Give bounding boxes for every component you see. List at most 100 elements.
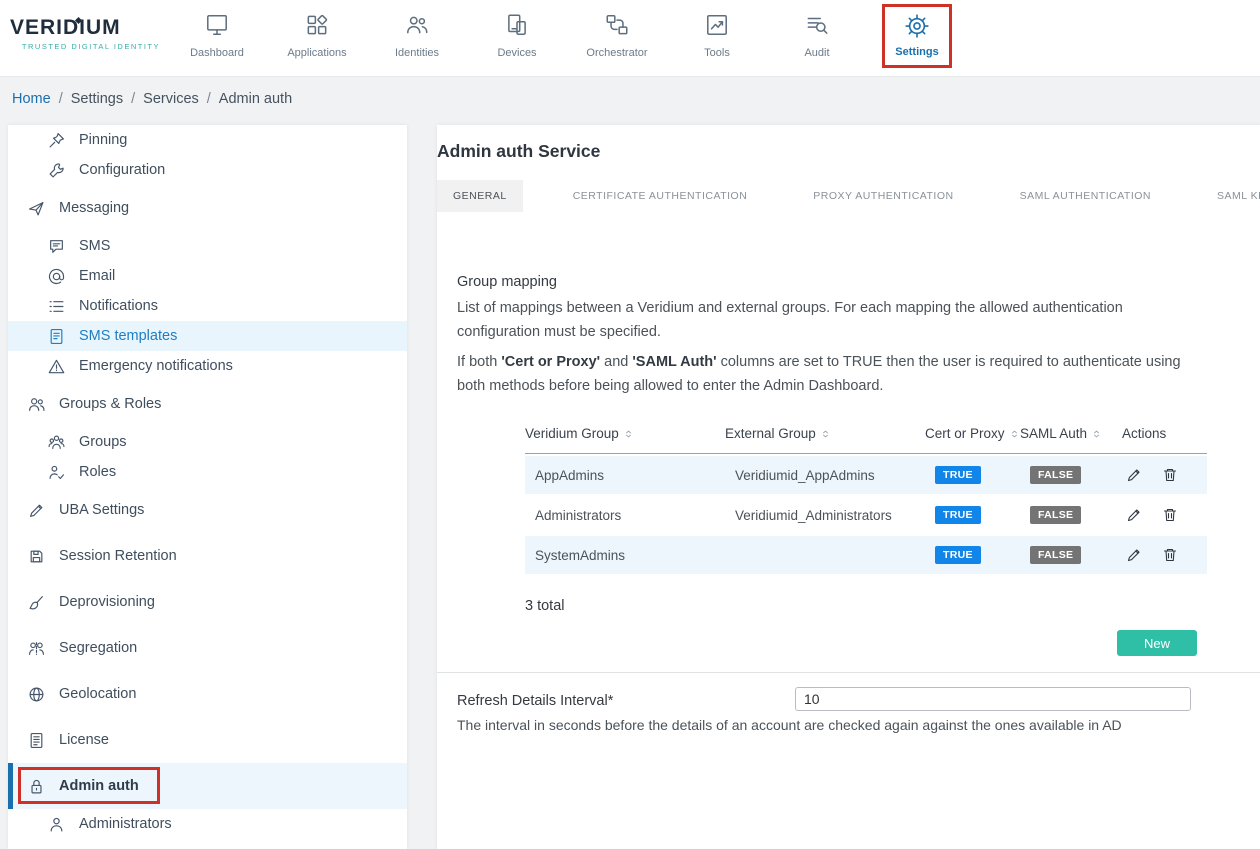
nav-item-settings[interactable]: Settings — [867, 0, 967, 68]
warning-icon — [48, 358, 65, 375]
sidebar-item-geolocation[interactable]: Geolocation — [8, 671, 407, 717]
sidebar-item-groups-roles[interactable]: Groups & Roles — [8, 381, 407, 427]
delete-icon[interactable] — [1162, 467, 1178, 483]
person-icon — [48, 816, 65, 833]
wrench-icon — [48, 162, 65, 179]
sort-icon — [821, 428, 830, 440]
refresh-interval-input[interactable] — [795, 687, 1191, 711]
segregation-people-icon — [28, 640, 45, 657]
page-title: Admin auth Service — [437, 141, 1260, 162]
identities-icon — [404, 12, 430, 38]
sidebar-item-admin-auth[interactable]: Admin auth — [8, 763, 407, 809]
main-panel: Admin auth Service GENERAL CERTIFICATE A… — [437, 125, 1260, 849]
logo-name: VERIDIUM — [10, 16, 160, 40]
nav-item-tools[interactable]: Tools — [667, 0, 767, 68]
settings-sidebar: Pinning Configuration Messaging SMS Emai… — [8, 125, 407, 849]
refresh-interval-section: Refresh Details Interval* The interval i… — [437, 687, 1260, 733]
floppy-icon — [28, 548, 45, 565]
sidebar-item-roles[interactable]: Roles — [8, 457, 407, 487]
cert-or-proxy-badge: TRUE — [935, 506, 981, 524]
group-mapping-section: Group mapping List of mappings between a… — [437, 274, 1260, 656]
sidebar-item-license[interactable]: License — [8, 717, 407, 763]
breadcrumb-separator: / — [207, 91, 211, 107]
sidebar-item-pinning[interactable]: Pinning — [8, 125, 407, 155]
table-row: AppAdmins Veridiumid_AppAdmins TRUE FALS… — [525, 456, 1207, 494]
sidebar-item-session-retention[interactable]: Session Retention — [8, 533, 407, 579]
cell-veridium-group: Administrators — [525, 508, 725, 523]
breadcrumb-services[interactable]: Services — [143, 91, 199, 107]
broom-icon — [28, 594, 45, 611]
tab-saml-keys[interactable]: SAML KE — [1201, 180, 1260, 212]
nav-item-audit[interactable]: Audit — [767, 0, 867, 68]
nav-label-dashboard: Dashboard — [190, 47, 244, 59]
tab-general[interactable]: GENERAL — [437, 180, 523, 212]
group-mapping-table: Veridium Group External Group Cert or Pr… — [525, 414, 1207, 574]
tab-bar: GENERAL CERTIFICATE AUTHENTICATION PROXY… — [437, 180, 1260, 212]
at-icon — [48, 268, 65, 285]
dashboard-icon — [204, 12, 230, 38]
tab-proxy-authentication[interactable]: PROXY AUTHENTICATION — [797, 180, 969, 212]
sidebar-item-sms[interactable]: SMS — [8, 231, 407, 261]
sidebar-item-administrators[interactable]: Administrators — [8, 809, 407, 839]
table-row: SystemAdmins TRUE FALSE — [525, 536, 1207, 574]
edit-icon[interactable] — [1126, 507, 1142, 523]
sidebar-item-messaging[interactable]: Messaging — [8, 185, 407, 231]
sort-icon — [1010, 428, 1019, 440]
nav-item-orchestrator[interactable]: Orchestrator — [567, 0, 667, 68]
sidebar-item-sms-templates[interactable]: SMS templates — [8, 321, 407, 351]
nav-label-applications: Applications — [287, 47, 346, 59]
sidebar-item-email[interactable]: Email — [8, 261, 407, 291]
veridium-logo: VERIDIUM TRUSTED DIGITAL IDENTITY — [10, 16, 160, 51]
refresh-interval-help: The interval in seconds before the detai… — [457, 717, 1177, 733]
breadcrumb-settings[interactable]: Settings — [71, 91, 123, 107]
sidebar-item-emergency-notifications[interactable]: Emergency notifications — [8, 351, 407, 381]
column-header-actions: Actions — [1122, 426, 1207, 441]
top-bar: VERIDIUM TRUSTED DIGITAL IDENTITY Dashbo… — [0, 0, 1260, 77]
group-mapping-description-1: List of mappings between a Veridium and … — [457, 296, 1205, 344]
nav-item-applications[interactable]: Applications — [267, 0, 367, 68]
breadcrumb-home[interactable]: Home — [12, 91, 51, 107]
table-total-count: 3 total — [525, 598, 1260, 614]
breadcrumb: Home / Settings / Services / Admin auth — [0, 77, 1260, 121]
nav-item-dashboard[interactable]: Dashboard — [167, 0, 267, 68]
sidebar-item-groups[interactable]: Groups — [8, 427, 407, 457]
sidebar-item-configuration[interactable]: Configuration — [8, 155, 407, 185]
nav-item-devices[interactable]: Devices — [467, 0, 567, 68]
document-icon — [48, 328, 65, 345]
pin-icon — [48, 132, 65, 149]
license-doc-icon — [28, 732, 45, 749]
cell-external-group: Veridiumid_AppAdmins — [725, 468, 925, 483]
edit-icon[interactable] — [1126, 547, 1142, 563]
globe-icon — [28, 686, 45, 703]
breadcrumb-separator: / — [131, 91, 135, 107]
breadcrumb-separator: / — [59, 91, 63, 107]
column-header-veridium-group[interactable]: Veridium Group — [525, 426, 725, 441]
saml-auth-badge: FALSE — [1030, 546, 1081, 564]
sidebar-item-notifications[interactable]: Notifications — [8, 291, 407, 321]
saml-auth-badge: FALSE — [1030, 506, 1081, 524]
nav-label-tools: Tools — [704, 47, 730, 59]
column-header-external-group[interactable]: External Group — [725, 426, 925, 441]
edit-icon[interactable] — [1126, 467, 1142, 483]
sidebar-item-segregation[interactable]: Segregation — [8, 625, 407, 671]
sort-icon — [1092, 428, 1101, 440]
tools-icon — [704, 12, 730, 38]
cert-or-proxy-badge: TRUE — [935, 466, 981, 484]
tab-certificate-authentication[interactable]: CERTIFICATE AUTHENTICATION — [557, 180, 764, 212]
breadcrumb-admin-auth: Admin auth — [219, 91, 292, 107]
people-icon — [28, 396, 45, 413]
delete-icon[interactable] — [1162, 507, 1178, 523]
nav-item-identities[interactable]: Identities — [367, 0, 467, 68]
nav-label-settings: Settings — [895, 46, 938, 58]
column-header-cert-or-proxy[interactable]: Cert or Proxy — [925, 426, 1020, 441]
sidebar-item-deprovisioning[interactable]: Deprovisioning — [8, 579, 407, 625]
delete-icon[interactable] — [1162, 547, 1178, 563]
column-header-saml-auth[interactable]: SAML Auth — [1020, 426, 1122, 441]
group-mapping-title: Group mapping — [457, 274, 1260, 290]
tab-saml-authentication[interactable]: SAML AUTHENTICATION — [1004, 180, 1167, 212]
group-mapping-description-2: If both 'Cert or Proxy' and 'SAML Auth' … — [457, 350, 1205, 398]
nav-label-identities: Identities — [395, 47, 439, 59]
main-nav: Dashboard Applications Identities Device… — [167, 0, 967, 68]
sidebar-item-uba-settings[interactable]: UBA Settings — [8, 487, 407, 533]
new-button[interactable]: New — [1117, 630, 1197, 656]
